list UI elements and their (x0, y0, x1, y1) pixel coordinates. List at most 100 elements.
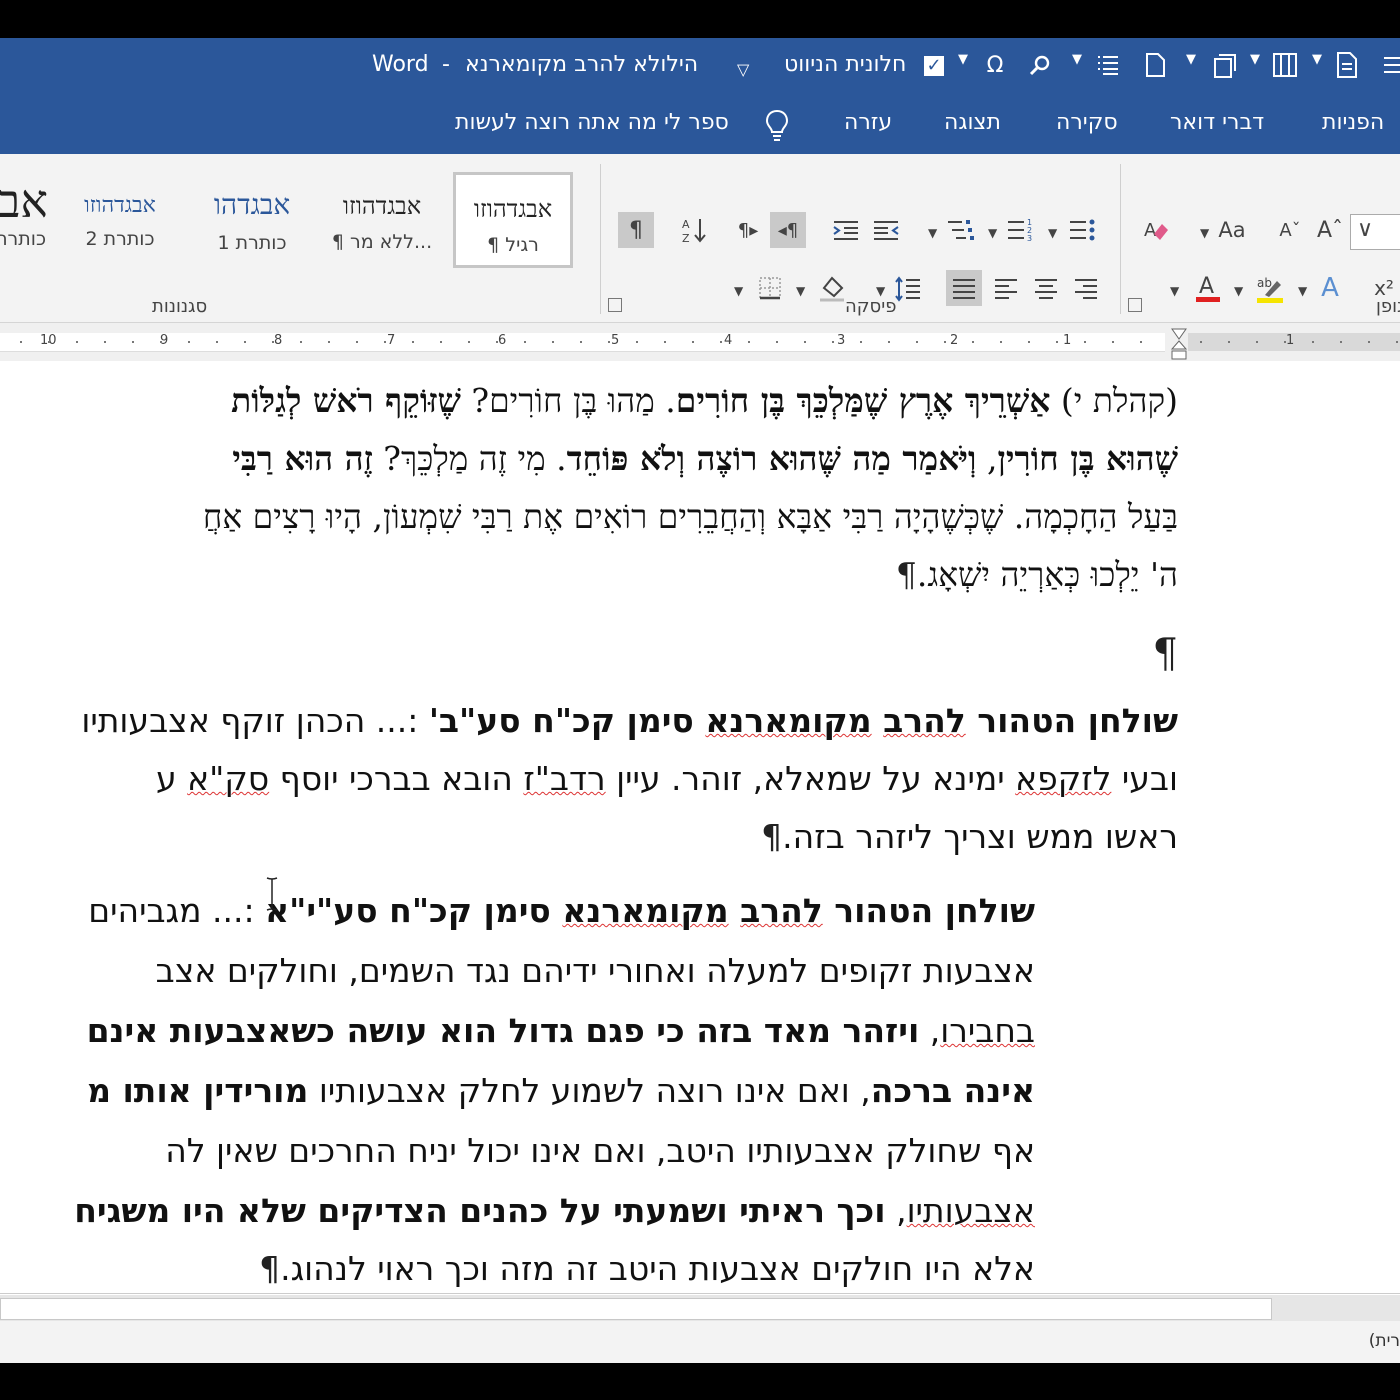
outdent-icon[interactable] (868, 212, 904, 248)
tab-mailings[interactable]: דברי דואר (1170, 110, 1264, 135)
grow-font-icon[interactable]: Aˆ (1312, 212, 1348, 248)
justify-icon[interactable] (946, 270, 982, 306)
change-case-icon[interactable]: Aa (1212, 212, 1252, 248)
multilevel-caret[interactable]: ▼ (928, 226, 937, 240)
qat-customize-icon[interactable]: ▽ (737, 60, 749, 79)
ruler-tick (720, 341, 722, 343)
ruler-tick (20, 341, 22, 343)
text-effects-icon[interactable]: A (1312, 270, 1348, 306)
bullets-icon[interactable] (1064, 212, 1100, 248)
ruler-tick (1368, 341, 1370, 343)
lightbulb-icon[interactable] (762, 108, 792, 142)
align-right-icon[interactable] (1068, 270, 1104, 306)
styles-launcher-icon[interactable] (608, 298, 622, 312)
align-left-icon[interactable] (988, 270, 1024, 306)
tell-me-box[interactable]: ספר לי מה אתה רוצה לעשות (455, 110, 729, 135)
font-color-icon[interactable]: A (1190, 270, 1226, 306)
qat-caret[interactable]: ▼ (1312, 52, 1322, 67)
text-run: , (919, 1011, 941, 1050)
tab-help[interactable]: עזרה (844, 110, 892, 135)
tab-view[interactable]: תצוגה (944, 110, 1001, 135)
nav-pane-checkbox[interactable]: ✓ (924, 56, 944, 76)
ruler-number: 5 (611, 333, 620, 348)
text-effects-caret[interactable]: ▼ (1298, 284, 1307, 298)
shrink-font-icon[interactable]: Aˇ (1272, 212, 1308, 248)
text-run: אלא היו חולקים אצבעות היטב זה מזה וכך רא… (280, 1249, 1035, 1288)
styles-gallery: אבגדהוזו ¶ רגיל אבגדהוזו ¶ ללא מר... אבג… (0, 172, 585, 272)
style-name: כותרת (0, 228, 46, 250)
clear-format-icon[interactable]: A (1138, 212, 1174, 248)
sort-icon[interactable]: AZ (676, 212, 712, 248)
borders-caret[interactable]: ▼ (734, 284, 743, 298)
highlight-icon[interactable]: ab (1252, 270, 1288, 306)
ibeam-cursor-icon (265, 876, 279, 912)
ltr-icon[interactable]: ¶▸ (730, 212, 766, 248)
ruler-tick (1028, 341, 1030, 343)
ruler-track (0, 333, 1165, 352)
text-line: בַּעַל הַחָכְמָה. שֶׁכְּשֶׁהָיָה רַבִּי … (202, 497, 1178, 536)
tab-review[interactable]: סקירה (1056, 110, 1118, 135)
search-icon[interactable] (1025, 50, 1055, 80)
ruler-tick (1112, 341, 1114, 343)
ruler-tick (692, 341, 694, 343)
text-run-bold: וְיֹּאמַר מַה שֶּׁהוּא רוֹצֶה וְלֹא פּוֹ… (566, 439, 977, 478)
pilcrow-mark: ¶ (259, 1249, 281, 1288)
font-color-caret[interactable]: ▼ (1170, 284, 1179, 298)
qat-caret[interactable]: ▼ (1072, 52, 1082, 67)
ruler-tick (748, 341, 750, 343)
scrollbar-thumb[interactable] (0, 1298, 1272, 1320)
pilcrow-icon[interactable]: ¶ (618, 212, 654, 248)
document-icon[interactable] (1332, 50, 1362, 80)
style-heading-1[interactable]: אבגדהו כותרת 1 (192, 172, 312, 268)
ruler-tick (1340, 341, 1342, 343)
indent-icon[interactable] (828, 212, 864, 248)
multilevel-list-icon[interactable] (942, 212, 978, 248)
change-case-caret[interactable]: ▼ (1200, 226, 1209, 240)
nav-pane-label[interactable]: חלונית הניווט (784, 52, 906, 77)
style-normal[interactable]: אבגדהוזו ¶ רגיל (453, 172, 573, 268)
title-bar: Word - הילולא להרב מקומארנא ▽ חלונית הני… (0, 38, 1400, 94)
list-icon[interactable] (1093, 50, 1123, 80)
ruler-tick (664, 341, 666, 343)
new-document-icon[interactable] (1140, 50, 1170, 80)
ruler-tick (860, 341, 862, 343)
empty-paragraph: ¶ (1153, 631, 1178, 677)
text-line: אצבעות זקופים למעלה ואחורי ידיהם נגד השמ… (155, 951, 1035, 990)
text-run-bold: שֶׁהוּא בֶּן חוֹרִין (997, 439, 1178, 478)
document-page[interactable]: (קהלת י) אַשְׁרֵיךְ אֶרֶץ שֶׁמַּלְכֵּךְ … (0, 361, 1400, 1294)
omega-icon[interactable]: Ω (980, 50, 1010, 80)
tab-references[interactable]: הפניות (1322, 110, 1384, 135)
menu-icon[interactable] (1378, 50, 1400, 80)
qat-caret[interactable]: ▼ (1250, 52, 1260, 67)
numbering-caret[interactable]: ▼ (988, 226, 997, 240)
center-icon[interactable] (1028, 270, 1064, 306)
highlight-caret[interactable]: ▼ (1234, 284, 1243, 298)
chevron-down-icon[interactable]: ∨ (1357, 217, 1373, 242)
indent-marker-icon[interactable] (1170, 327, 1188, 365)
bullets-caret[interactable]: ▼ (1048, 226, 1057, 240)
status-language[interactable]: (רית (1369, 1331, 1400, 1351)
text-run: . מַהוּ בֶּן חוֹרִים? (460, 381, 676, 420)
text-run-bold: ויזהר מאד בזה כי פגם גדול הוא עושה כשאצב… (86, 1011, 920, 1050)
style-no-spacing[interactable]: אבגדהוזו ¶ ללא מר... (322, 172, 442, 268)
shading-caret[interactable]: ▼ (796, 284, 805, 298)
numbering-icon[interactable]: 123 (1002, 212, 1038, 248)
font-size-box[interactable]: ∨ (1350, 214, 1400, 250)
rtl-icon[interactable]: ◂¶ (770, 212, 806, 248)
table-icon[interactable] (1270, 50, 1300, 80)
qat-caret[interactable]: ▼ (1186, 52, 1196, 67)
text-run-bold: אינה ברכה (870, 1071, 1035, 1110)
ruler-tick (1056, 341, 1058, 343)
text-run-bold: סימן קכ"ח סע"ב' (428, 701, 706, 740)
borders-icon[interactable] (752, 270, 788, 306)
style-heading-2[interactable]: אבגדהוזו כותרת 2 (60, 172, 180, 268)
style-title[interactable]: אב כותרת (0, 172, 52, 268)
horizontal-scrollbar[interactable] (0, 1295, 1400, 1321)
paragraph-launcher-icon[interactable] (1128, 298, 1142, 312)
ruler-number: 6 (498, 333, 507, 348)
style-sample: אב (0, 174, 48, 228)
qat-caret[interactable]: ▼ (958, 52, 968, 67)
ruler-tick (636, 341, 638, 343)
page-layout-icon[interactable] (1208, 50, 1238, 80)
ruler[interactable]: 1 1 2 3 4 5 6 7 8 9 10 (0, 323, 1400, 361)
